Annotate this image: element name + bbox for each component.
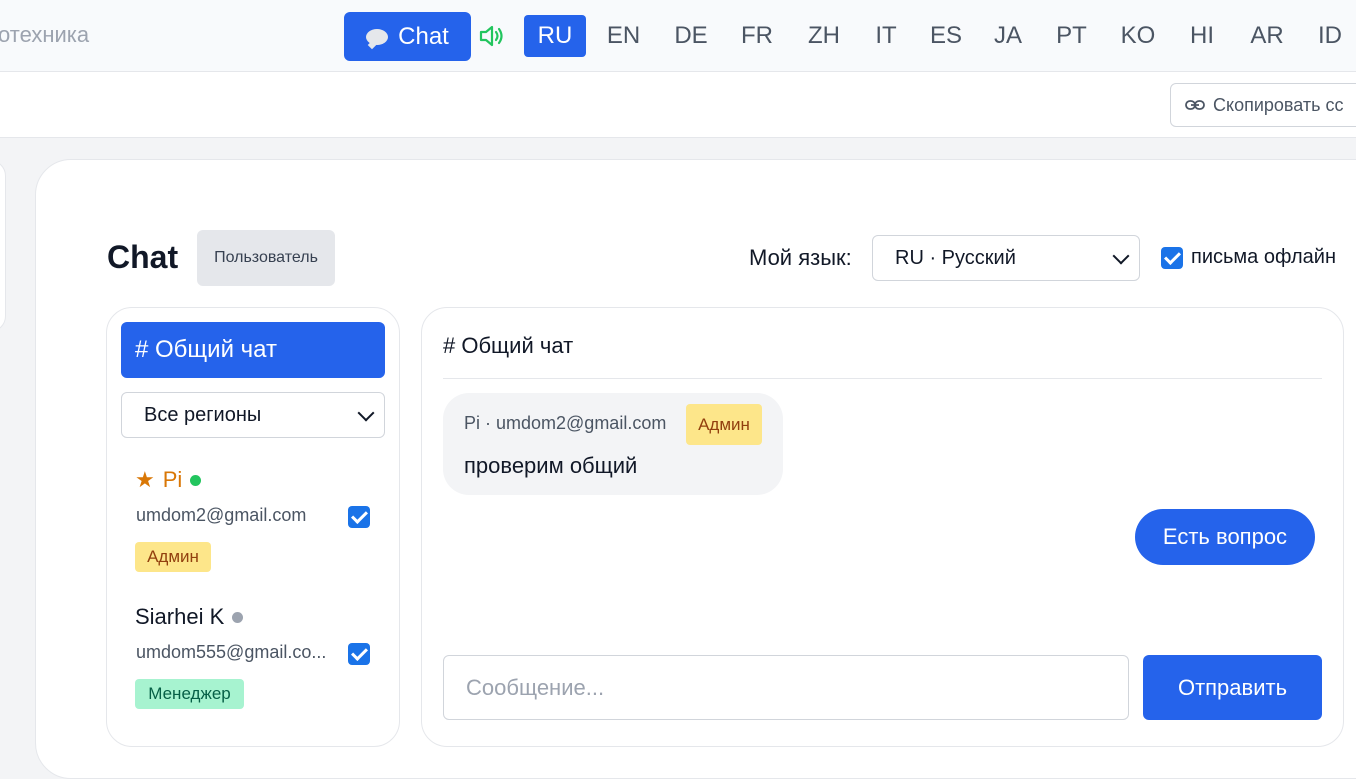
my-language-value: RU · Русский — [895, 246, 1016, 269]
lang-hi[interactable]: HI — [1174, 15, 1230, 57]
user-name[interactable]: Siarhei K — [135, 604, 244, 630]
message-text: проверим общий — [464, 453, 638, 478]
lang-fr[interactable]: FR — [721, 15, 793, 57]
lang-ar[interactable]: AR — [1230, 15, 1304, 57]
chat-nav-label: Chat — [398, 22, 449, 50]
user-role-badge: Пользователь — [197, 230, 335, 286]
star-icon: ★ — [135, 467, 155, 492]
send-button[interactable]: Отправить — [1143, 655, 1322, 720]
chat-nav-button[interactable]: Chat — [344, 12, 471, 61]
copy-link-button[interactable]: Скопировать сс — [1170, 83, 1356, 127]
conversation-title: # Общий чат — [443, 333, 574, 358]
user-select-checkbox[interactable] — [348, 506, 370, 528]
user-name[interactable]: ★ Pi — [135, 467, 202, 493]
speech-bubble-icon — [366, 28, 389, 45]
lang-pt[interactable]: PT — [1041, 15, 1102, 57]
user-email: umdom2@gmail.com — [136, 505, 307, 525]
user-name-label: Pi — [162, 467, 183, 492]
lang-de[interactable]: DE — [661, 15, 721, 57]
copy-link-label: Скопировать сс — [1213, 94, 1344, 115]
offline-email-checkbox[interactable] — [1161, 247, 1183, 269]
top-navbar: отехника Chat RU EN DE FR ZH IT ES JA PT… — [0, 0, 1356, 72]
my-language-select[interactable]: RU · Русский — [872, 235, 1140, 281]
lang-es[interactable]: ES — [917, 15, 975, 57]
brand-name[interactable]: отехника — [0, 22, 89, 48]
user-role-tag: Админ — [135, 542, 211, 572]
lang-zh[interactable]: ZH — [793, 15, 855, 57]
outgoing-message: Есть вопрос — [1135, 509, 1315, 565]
speaker-icon[interactable] — [478, 24, 506, 48]
message-input[interactable] — [443, 655, 1129, 720]
lang-it[interactable]: IT — [855, 15, 917, 57]
toolbar: Скопировать сс — [0, 72, 1356, 138]
offline-email-label: письма офлайн — [1191, 246, 1336, 268]
online-status-icon — [190, 474, 202, 486]
region-value: Все регионы — [144, 403, 262, 426]
region-select[interactable]: Все регионы — [121, 392, 385, 438]
message-author: Pi · umdom2@gmail.com — [464, 413, 667, 433]
lang-en[interactable]: EN — [586, 15, 661, 57]
my-language-label: Мой язык: — [749, 245, 852, 270]
chevron-down-icon — [357, 404, 375, 422]
lang-id[interactable]: ID — [1304, 15, 1356, 57]
user-email: umdom555@gmail.co... — [136, 642, 327, 662]
link-icon — [1185, 100, 1205, 110]
offline-status-icon — [232, 611, 244, 623]
language-switcher: RU EN DE FR ZH IT ES JA PT KO HI AR ID — [524, 15, 1356, 57]
user-role-tag: Менеджер — [135, 679, 244, 709]
page-title: Chat — [107, 239, 179, 275]
user-select-checkbox[interactable] — [348, 643, 370, 665]
channel-general-button[interactable]: # Общий чат — [121, 322, 385, 378]
lang-ru[interactable]: RU — [524, 15, 586, 57]
lang-ja[interactable]: JA — [975, 15, 1041, 57]
side-card — [0, 160, 6, 332]
chevron-down-icon — [1112, 247, 1130, 265]
message-role-tag: Админ — [686, 404, 762, 445]
lang-ko[interactable]: KO — [1102, 15, 1174, 57]
divider — [443, 378, 1322, 379]
user-name-label: Siarhei K — [135, 604, 225, 629]
